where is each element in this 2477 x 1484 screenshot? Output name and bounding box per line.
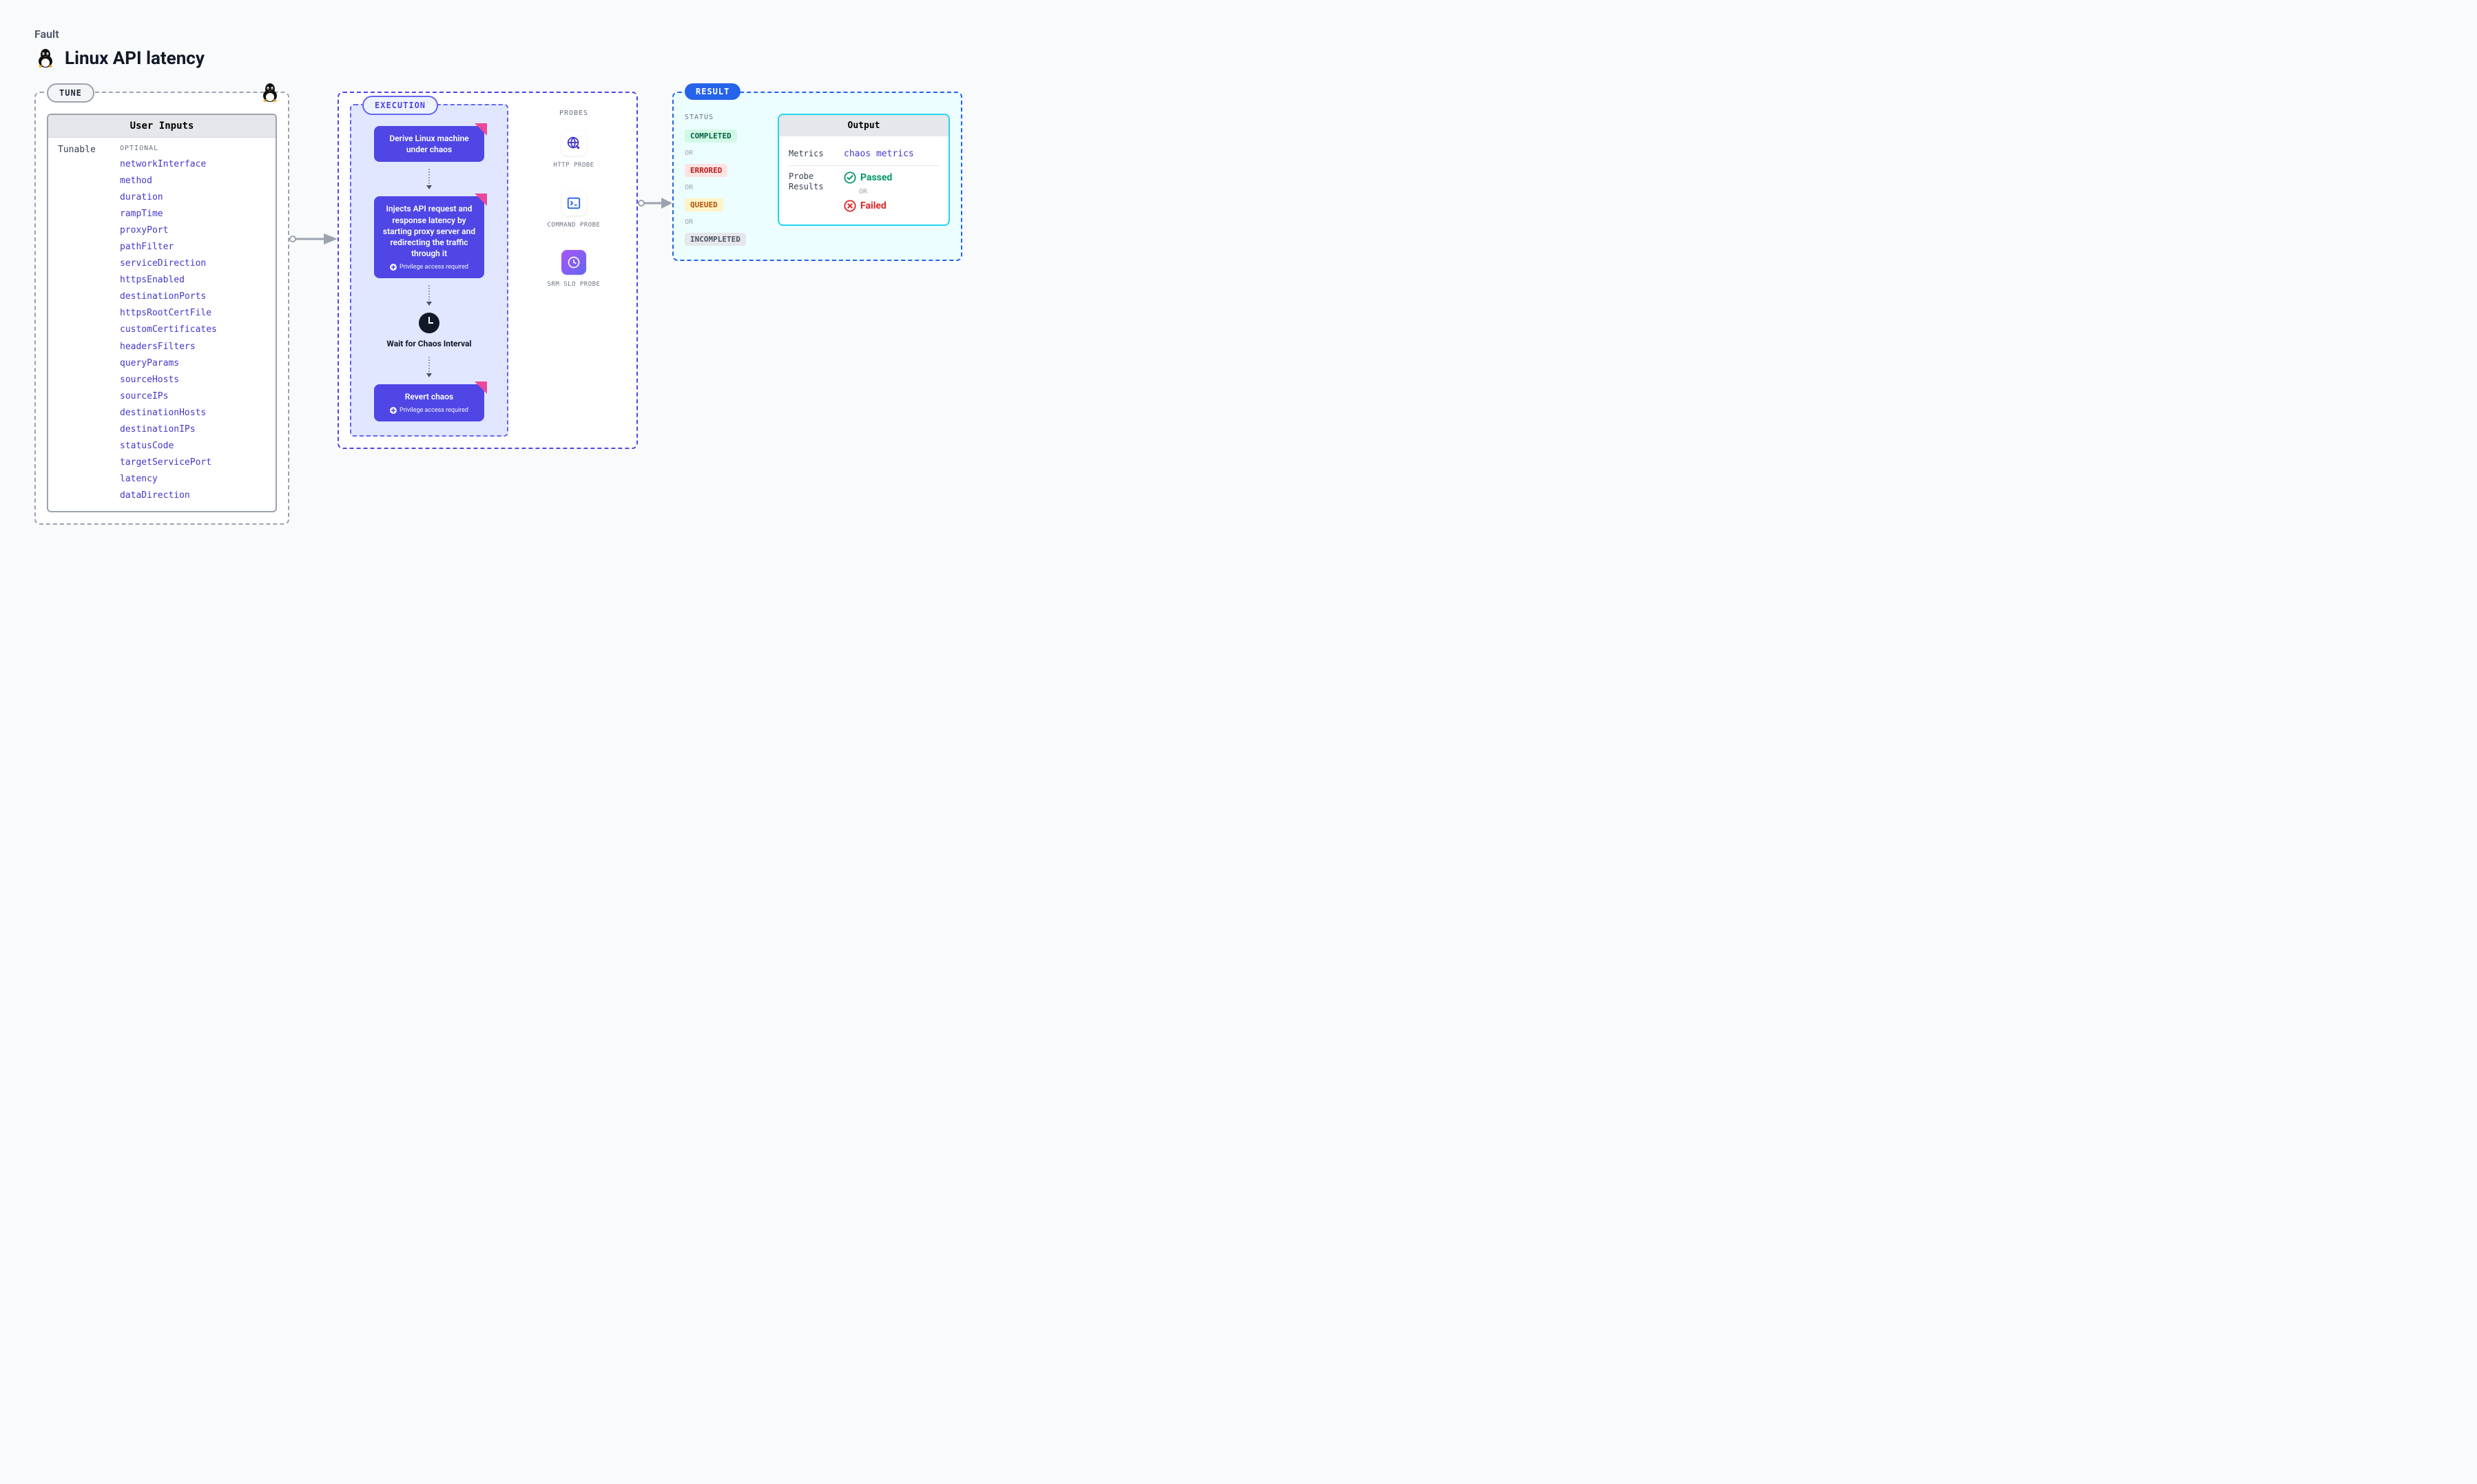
failed-badge: Failed — [844, 200, 892, 212]
privilege-note: Privilege access required — [382, 406, 476, 415]
probe-results-label: Probe Results — [789, 171, 837, 193]
tunable-item: destinationPorts — [120, 289, 266, 305]
exec-step-label: Injects API request and response latency… — [383, 204, 475, 258]
tunable-item: dataDirection — [120, 488, 266, 504]
plus-circle-icon — [390, 407, 397, 414]
status-heading: STATUS — [685, 114, 764, 121]
title-row: Linux API latency — [34, 46, 2443, 71]
tune-panel: TUNE User Inputs Tunable OPTIONAL networ… — [34, 92, 289, 525]
output-probe-results-row: Probe Results Passed OR Failed — [789, 165, 939, 218]
tunable-item: targetServicePort — [120, 454, 266, 471]
tunable-item: pathFilter — [120, 239, 266, 255]
terminal-icon — [561, 191, 586, 216]
tunable-item: networkInterface — [120, 156, 266, 173]
tunable-item: queryParams — [120, 355, 266, 372]
or-separator: OR — [685, 149, 764, 157]
optional-column: OPTIONAL networkInterfacemethoddurationr… — [120, 145, 266, 504]
user-inputs-body: Tunable OPTIONAL networkInterfacemethodd… — [48, 138, 276, 511]
user-inputs-header: User Inputs — [48, 115, 276, 138]
execution-flow-column: EXECUTION Derive Linux machine under cha… — [350, 104, 508, 437]
tunable-item: proxyPort — [120, 222, 266, 239]
probe-label: HTTP PROBE — [522, 161, 625, 170]
execution-panel: EXECUTION Derive Linux machine under cha… — [338, 92, 638, 449]
tunable-item: serviceDirection — [120, 255, 266, 272]
probes-column: PROBES HTTP PROBE COMMAND PROBE SRM SLO … — [522, 104, 625, 437]
tunable-item: statusCode — [120, 438, 266, 454]
probe-srm-slo: SRM SLO PROBE — [522, 250, 625, 289]
flow-arrow-connector — [638, 195, 672, 211]
passed-badge: Passed — [844, 171, 892, 184]
metrics-label: Metrics — [789, 149, 837, 160]
probe-http: HTTP PROBE — [522, 131, 625, 170]
tunable-item: httpsRootCertFile — [120, 305, 266, 322]
flow-arrow-down-icon — [426, 357, 433, 377]
exec-step-label: Revert chaos — [405, 392, 453, 401]
result-badge: RESULT — [685, 83, 740, 100]
tunable-item: sourceHosts — [120, 372, 266, 388]
output-metrics-row: Metrics chaos metrics — [789, 143, 939, 165]
tunable-item: customCertificates — [120, 322, 266, 338]
tunable-item: destinationHosts — [120, 405, 266, 421]
tunable-item: latency — [120, 471, 266, 488]
output-header: Output — [779, 115, 949, 136]
execution-badge: EXECUTION — [362, 96, 438, 115]
tunable-item: method — [120, 173, 266, 189]
optional-heading: OPTIONAL — [120, 145, 266, 152]
header-block: Fault Linux API latency — [34, 28, 2443, 71]
status-completed-pill: COMPLETED — [685, 129, 737, 143]
tunable-item: httpsEnabled — [120, 272, 266, 289]
privilege-ribbon-icon — [475, 194, 487, 206]
exec-step-inject: Injects API request and response latency… — [374, 196, 484, 278]
status-incompleted-pill: INCOMPLETED — [685, 233, 746, 246]
probe-results-values: Passed OR Failed — [844, 171, 892, 212]
status-queued-pill: QUEUED — [685, 198, 723, 211]
exec-step-label: Derive Linux machine under chaos — [389, 134, 468, 154]
status-column: STATUS COMPLETED OR ERRORED OR QUEUED OR… — [685, 114, 764, 246]
metrics-value: chaos metrics — [844, 149, 914, 159]
tunable-item: rampTime — [120, 206, 266, 222]
privilege-ribbon-icon — [475, 123, 487, 136]
probe-label: SRM SLO PROBE — [522, 280, 625, 289]
tunable-item: headersFilters — [120, 339, 266, 355]
tunable-item: destinationIPs — [120, 421, 266, 438]
probe-command: COMMAND PROBE — [522, 191, 625, 230]
flow-arrow-down-icon — [426, 169, 433, 189]
status-errored-pill: ERRORED — [685, 164, 727, 177]
check-circle-icon — [844, 171, 856, 184]
probe-label: COMMAND PROBE — [522, 221, 625, 230]
diagram-container: TUNE User Inputs Tunable OPTIONAL networ… — [34, 92, 2443, 525]
user-inputs-box: User Inputs Tunable OPTIONAL networkInte… — [47, 114, 277, 512]
tunable-list: networkInterfacemethoddurationrampTimepr… — [120, 156, 266, 504]
gauge-icon — [561, 250, 586, 275]
wait-label: Wait for Chaos Interval — [381, 339, 477, 350]
tunable-item: duration — [120, 189, 266, 206]
flow-arrow-down-icon — [426, 285, 433, 306]
exec-step-revert: Revert chaos Privilege access required — [374, 384, 484, 421]
page-title: Linux API latency — [65, 48, 205, 69]
tunable-row-label: Tunable — [58, 145, 120, 504]
linux-penguin-icon — [34, 46, 56, 71]
tunable-item: sourceIPs — [120, 388, 266, 405]
output-box: Output Metrics chaos metrics Probe Resul… — [778, 114, 950, 226]
wait-interval-block: Wait for Chaos Interval — [381, 313, 477, 350]
flow-arrow-connector — [289, 231, 338, 247]
exec-step-derive: Derive Linux machine under chaos — [374, 126, 484, 162]
result-panel: RESULT STATUS COMPLETED OR ERRORED OR QU… — [672, 92, 962, 261]
x-circle-icon — [844, 200, 856, 212]
linux-penguin-icon — [259, 81, 281, 105]
or-separator: OR — [685, 218, 764, 226]
or-separator: OR — [859, 188, 892, 196]
globe-icon — [561, 131, 586, 156]
fault-label: Fault — [34, 28, 2443, 41]
tune-badge: TUNE — [47, 83, 94, 103]
output-body: Metrics chaos metrics Probe Results Pass… — [779, 136, 949, 224]
privilege-note: Privilege access required — [382, 263, 476, 271]
clock-icon — [419, 313, 439, 333]
or-separator: OR — [685, 184, 764, 191]
privilege-ribbon-icon — [475, 382, 487, 394]
probes-heading: PROBES — [522, 109, 625, 117]
plus-circle-icon — [390, 264, 397, 271]
